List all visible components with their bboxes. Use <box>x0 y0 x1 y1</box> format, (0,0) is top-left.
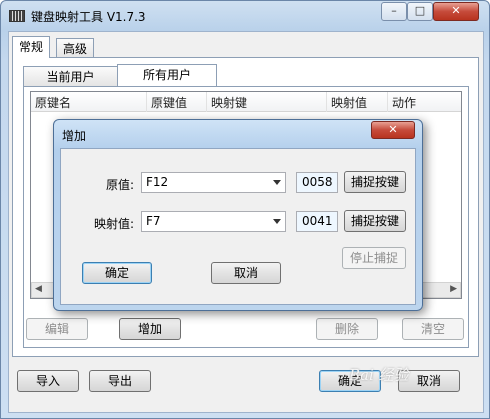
chevron-down-icon <box>273 180 281 185</box>
dialog-client-area: 原值: F12 0058 捕捉按键 映射值: F7 0041 捕捉按键 停止捕捉… <box>60 148 416 305</box>
tab-all-users[interactable]: 所有用户 <box>117 64 217 86</box>
column-header-mapped-value[interactable]: 映射值 <box>331 94 367 111</box>
source-code-field: 0058 <box>296 172 338 193</box>
scroll-left-arrow-icon[interactable]: ◀ <box>35 284 42 294</box>
close-button[interactable]: ✕ <box>433 2 479 21</box>
capture-mapped-button[interactable]: 捕捉按键 <box>344 210 406 232</box>
capture-source-button[interactable]: 捕捉按键 <box>344 171 406 193</box>
mapped-value-label: 映射值: <box>94 217 135 231</box>
tab-advanced[interactable]: 高级 <box>56 38 95 58</box>
dialog-cancel-button[interactable]: 取消 <box>211 262 281 284</box>
import-button[interactable]: 导入 <box>17 370 79 392</box>
delete-button[interactable]: 删除 <box>316 318 378 340</box>
mapped-key-selected: F7 <box>146 214 161 228</box>
tab-current-user[interactable]: 当前用户 <box>23 66 118 86</box>
keyboard-icon <box>9 10 25 22</box>
add-mapping-dialog: 增加 ✕ 原值: F12 0058 捕捉按键 映射值: F7 0041 捕捉按键… <box>53 119 423 311</box>
column-header-action[interactable]: 动作 <box>392 94 416 111</box>
column-header-mapped-key[interactable]: 映射键 <box>211 94 247 111</box>
window-title: 键盘映射工具 V1.7.3 <box>31 10 146 24</box>
chevron-down-icon <box>273 219 281 224</box>
tab-general[interactable]: 常规 <box>12 36 51 58</box>
edit-button[interactable]: 编辑 <box>26 318 88 340</box>
source-value-label: 原值: <box>106 178 135 192</box>
dialog-title: 增加 <box>62 129 87 143</box>
title-bar: 键盘映射工具 V1.7.3 – □ ✕ <box>1 1 489 31</box>
mapped-key-select[interactable]: F7 <box>141 211 286 232</box>
watermark-logo: Bai 经验 <box>349 366 409 384</box>
source-key-select[interactable]: F12 <box>141 172 286 193</box>
minimize-button[interactable]: – <box>381 2 407 21</box>
dialog-ok-button[interactable]: 确定 <box>82 262 152 284</box>
stop-capture-button[interactable]: 停止捕捉 <box>342 247 406 269</box>
clear-button[interactable]: 清空 <box>402 318 464 340</box>
dialog-close-button[interactable]: ✕ <box>371 121 415 139</box>
column-header-source-value[interactable]: 原键值 <box>151 94 187 111</box>
add-button[interactable]: 增加 <box>119 318 181 340</box>
column-header-source-name[interactable]: 原键名 <box>35 94 71 111</box>
scroll-right-arrow-icon[interactable]: ▶ <box>450 284 457 294</box>
source-key-selected: F12 <box>146 175 169 189</box>
mapped-code-field: 0041 <box>296 211 338 232</box>
export-button[interactable]: 导出 <box>89 370 151 392</box>
maximize-button[interactable]: □ <box>407 2 433 21</box>
list-header: 原键名 原键值 映射键 映射值 动作 <box>31 92 461 112</box>
